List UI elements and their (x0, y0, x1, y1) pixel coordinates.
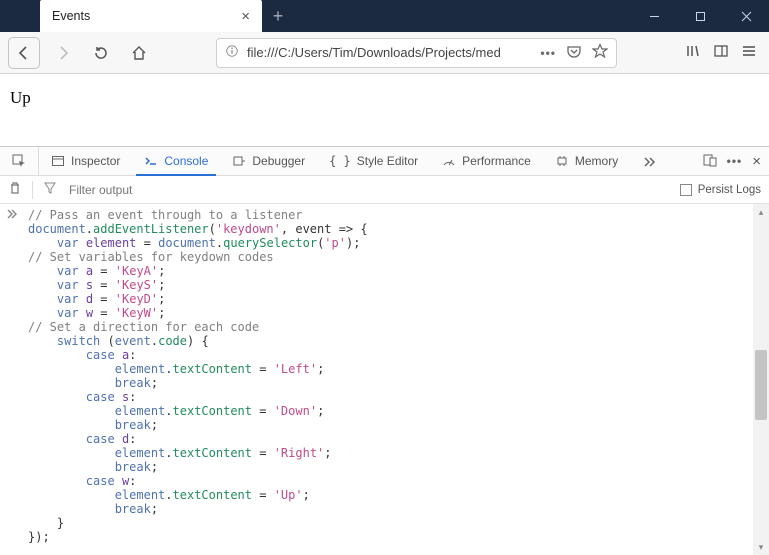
funnel-icon[interactable] (43, 181, 57, 198)
responsive-mode-icon[interactable] (703, 153, 717, 170)
scroll-up-icon[interactable]: ▴ (753, 204, 769, 220)
devtools-close-button[interactable]: × (752, 153, 761, 170)
pocket-icon[interactable] (566, 43, 582, 62)
url-text: file:///C:/Users/Tim/Downloads/Projects/… (247, 45, 532, 60)
star-icon[interactable] (592, 43, 608, 62)
tab-overflow[interactable] (630, 147, 668, 175)
window-controls (631, 0, 769, 32)
close-tab-icon[interactable]: × (241, 8, 250, 25)
tab-memory[interactable]: Memory (543, 147, 630, 175)
window-minimize-button[interactable] (631, 0, 677, 32)
window-maximize-button[interactable] (677, 0, 723, 32)
window-close-button[interactable] (723, 0, 769, 32)
back-button[interactable] (8, 37, 40, 69)
persist-logs-toggle[interactable]: Persist Logs (680, 184, 761, 196)
scrollbar-track[interactable] (753, 220, 769, 539)
tab-title: Events (52, 9, 90, 23)
filter-input[interactable] (67, 182, 670, 198)
reload-button[interactable] (86, 38, 116, 68)
browser-tab[interactable]: Events × (40, 0, 262, 32)
new-tab-button[interactable]: + (262, 0, 294, 32)
checkbox-icon (680, 184, 692, 196)
tab-performance[interactable]: Performance (430, 147, 543, 175)
scrollbar-thumb[interactable] (755, 350, 767, 420)
console-body: // Pass an event through to a listener d… (0, 204, 769, 555)
forward-button[interactable] (48, 38, 78, 68)
console-prompt-icon (6, 208, 18, 223)
tab-console[interactable]: Console (132, 147, 220, 175)
page-actions-button[interactable]: ••• (540, 46, 556, 60)
page-text: Up (10, 88, 31, 107)
console-output[interactable]: // Pass an event through to a listener d… (0, 204, 769, 555)
toolbar-right (685, 43, 761, 62)
scrollbar[interactable]: ▴ ▾ (753, 204, 769, 555)
devtools-options-button[interactable]: ••• (727, 154, 743, 168)
devtools-toolbar: Inspector Console Debugger { } Style Edi… (0, 146, 769, 176)
sidebar-icon[interactable] (713, 43, 729, 62)
tab-style-editor[interactable]: { } Style Editor (317, 147, 430, 175)
menu-icon[interactable] (741, 43, 757, 62)
navigation-toolbar: file:///C:/Users/Tim/Downloads/Projects/… (0, 32, 769, 74)
tab-debugger[interactable]: Debugger (220, 147, 317, 175)
trash-icon[interactable] (8, 181, 22, 198)
info-icon[interactable] (225, 44, 239, 61)
pick-element-button[interactable] (0, 147, 38, 175)
home-button[interactable] (124, 38, 154, 68)
page-content: Up (0, 74, 769, 146)
window-titlebar: Events × + (0, 0, 769, 32)
tab-inspector[interactable]: Inspector (39, 147, 132, 175)
tab-strip: Events × + (0, 0, 294, 32)
library-icon[interactable] (685, 43, 701, 62)
console-filter-bar: Persist Logs (0, 176, 769, 204)
scroll-down-icon[interactable]: ▾ (753, 539, 769, 555)
url-bar[interactable]: file:///C:/Users/Tim/Downloads/Projects/… (216, 38, 617, 68)
